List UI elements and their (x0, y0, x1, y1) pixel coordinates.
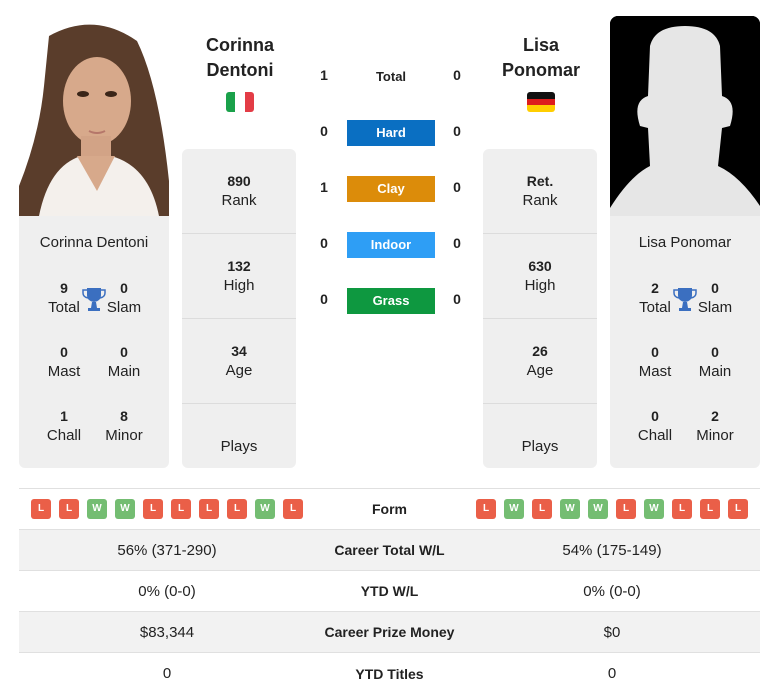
row-label: Career Prize Money (324, 624, 455, 640)
form-row: LLWWLLLLWL Form LWLWWLWLLL (19, 489, 760, 530)
player2-first-name: Lisa (522, 35, 560, 55)
form-win-badge[interactable]: W (644, 499, 664, 519)
form-win-badge[interactable]: W (560, 499, 580, 519)
h2h-clay-p2: 0 (453, 179, 461, 195)
form-win-badge[interactable]: W (588, 499, 608, 519)
form-win-badge[interactable]: W (255, 499, 275, 519)
h2h-hard-p1: 0 (320, 123, 328, 139)
player2-last-name: Ponomar (501, 60, 580, 80)
h2h-total-p2: 0 (453, 67, 461, 83)
player1-value: 0 (162, 665, 172, 682)
form-loss-badge[interactable]: L (616, 499, 636, 519)
table-row: 0 YTD Titles 0 (19, 653, 760, 694)
player1-high: 132 High (182, 234, 296, 319)
table-row: 0% (0-0) YTD W/L 0% (0-0) (19, 571, 760, 612)
surface-indoor-button[interactable]: Indoor (347, 232, 435, 258)
player1-titles-chall: 1 Chall (46, 408, 82, 444)
h2h-total-p1: 1 (320, 67, 328, 83)
player2-titles-main: 0 Main (698, 344, 732, 380)
table-row: 56% (371-290) Career Total W/L 54% (175-… (19, 530, 760, 571)
player2-value: $0 (603, 623, 621, 641)
player1-value: 56% (371-290) (117, 541, 217, 559)
form-win-badge[interactable]: W (115, 499, 135, 519)
player2-rank: Ret. Rank (483, 149, 597, 234)
h2h-indoor-p1: 0 (320, 235, 328, 251)
row-label: YTD Titles (355, 665, 424, 682)
form-loss-badge[interactable]: L (171, 499, 191, 519)
form-loss-badge[interactable]: L (476, 499, 496, 519)
player2-stats-panel: Ret. Rank 630 High 26 Age Plays (483, 149, 597, 468)
player1-form: LLWWLLLLWL (19, 499, 315, 519)
player1-portrait-image (19, 16, 169, 216)
player1-titles-card: Corinna Dentoni 9 Total 0 Slam 0 Mast 0 Main… (19, 216, 169, 468)
comparison-table: LLWWLLLLWL Form LWLWWLWLLL 56% (371-290)… (19, 488, 760, 694)
h2h-hard-p2: 0 (453, 123, 461, 139)
player1-stats-panel: 890 Rank 132 High 34 Age Plays (182, 149, 296, 468)
trophy-icon (673, 288, 697, 311)
form-loss-badge[interactable]: L (59, 499, 79, 519)
form-loss-badge[interactable]: L (672, 499, 692, 519)
form-label: Form (372, 501, 407, 517)
player1-photo (19, 16, 169, 216)
player2-titles-card: Lisa Ponomar 2 Total 0 Slam 0 Mast 0 Main 0C… (610, 216, 760, 468)
player2-high: 630 High (483, 234, 597, 319)
player1-plays: Plays (220, 437, 258, 455)
h2h-grass-p1: 0 (320, 291, 328, 307)
form-loss-badge[interactable]: L (143, 499, 163, 519)
player2-plays: Plays (521, 437, 559, 455)
player1-name-heading[interactable]: Corinna Dentoni (175, 33, 305, 83)
player2-titles-minor: 2 Minor (696, 408, 734, 444)
player2-value: 0% (0-0) (583, 582, 641, 600)
row-label: Career Total W/L (334, 542, 445, 558)
h2h-total-label: Total (375, 69, 407, 84)
player1-titles-main: 0 Main (107, 344, 141, 380)
player2-value: 0 (607, 665, 617, 682)
form-win-badge[interactable]: W (87, 499, 107, 519)
player1-titles-minor: 8 Minor (105, 408, 143, 444)
player2-form: LWLWWLWLLL (464, 499, 760, 519)
form-loss-badge[interactable]: L (728, 499, 748, 519)
player1-last-name: Dentoni (206, 60, 274, 80)
player2-titles-chall: 0 Chall (637, 408, 673, 444)
player1-age: 34 Age (182, 319, 296, 404)
form-loss-badge[interactable]: L (227, 499, 247, 519)
player2-value: 54% (175-149) (562, 541, 662, 559)
germany-flag-icon (527, 92, 555, 112)
surface-hard-button[interactable]: Hard (347, 120, 435, 146)
player1-value: 0% (0-0) (138, 582, 196, 600)
player2-name-heading[interactable]: Lisa Ponomar (476, 33, 606, 83)
form-loss-badge[interactable]: L (532, 499, 552, 519)
player2-full-name[interactable]: Lisa Ponomar (610, 234, 760, 251)
player1-rank: 890 Rank (182, 149, 296, 234)
h2h-grass-p2: 0 (453, 291, 461, 307)
table-row: $83,344 Career Prize Money $0 (19, 612, 760, 653)
surface-clay-button[interactable]: Clay (347, 176, 435, 202)
player1-titles-mast: 0 Mast (47, 344, 81, 380)
form-loss-badge[interactable]: L (199, 499, 219, 519)
row-label: YTD W/L (360, 583, 419, 599)
form-loss-badge[interactable]: L (700, 499, 720, 519)
h2h-clay-p1: 1 (320, 179, 328, 195)
player2-silhouette-image (610, 16, 760, 216)
player2-photo (610, 16, 760, 216)
h2h-indoor-p2: 0 (453, 235, 461, 251)
player1-first-name: Corinna (205, 35, 274, 55)
form-loss-badge[interactable]: L (283, 499, 303, 519)
italy-flag-icon (226, 92, 254, 112)
player2-titles-mast: 0 Mast (638, 344, 672, 380)
player2-age: 26 Age (483, 319, 597, 404)
form-loss-badge[interactable]: L (31, 499, 51, 519)
trophy-icon (82, 288, 106, 311)
player1-value: $83,344 (139, 623, 195, 641)
form-win-badge[interactable]: W (504, 499, 524, 519)
surface-grass-button[interactable]: Grass (347, 288, 435, 314)
player1-full-name[interactable]: Corinna Dentoni (19, 234, 169, 251)
